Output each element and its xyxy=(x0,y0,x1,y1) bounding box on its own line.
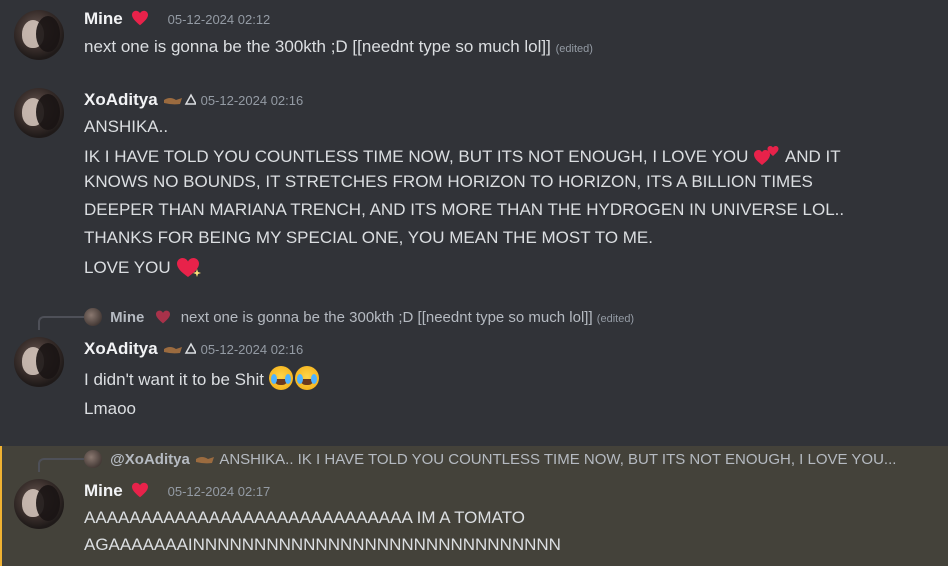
message-line: I didn't want it to be Shit xyxy=(84,366,319,390)
message-line: Lmaoo xyxy=(84,399,136,419)
message-line: AAAAAAAAAAAAAAAAAAAAAAAAAAAAA IM A TOMAT… xyxy=(84,508,525,528)
message-header: XoAditya 05-12-2024 02:16 xyxy=(84,339,303,359)
message-text: LOVE YOU xyxy=(84,258,171,277)
user-badge-icon xyxy=(194,451,216,465)
avatar[interactable] xyxy=(14,479,64,529)
message-line: DEEPER THAN MARIANA TRENCH, AND ITS MORE… xyxy=(84,200,844,220)
message-line: LOVE YOU xyxy=(84,255,203,279)
edited-label: (edited) xyxy=(555,43,593,55)
avatar[interactable] xyxy=(14,10,64,60)
message-text: IK I HAVE TOLD YOU COUNTLESS TIME NOW, B… xyxy=(84,147,749,166)
author-name[interactable]: Mine xyxy=(84,9,123,28)
reply-preview[interactable]: Mine next one is gonna be the 300kth ;D … xyxy=(84,308,634,326)
message-line: KNOWS NO BOUNDS, IT STRETCHES FROM HORIZ… xyxy=(84,172,813,192)
reply-author: @XoAditya xyxy=(110,451,190,468)
reply-text: ANSHIKA.. IK I HAVE TOLD YOU COUNTLESS T… xyxy=(219,451,897,468)
message-text: KNOWS NO BOUNDS, IT STRETCHES FROM HORIZ… xyxy=(84,172,813,191)
message-text: AAAAAAAAAAAAAAAAAAAAAAAAAAAAA IM A TOMAT… xyxy=(84,508,525,527)
joy-emoji-icon xyxy=(268,366,293,390)
user-badge-icon xyxy=(162,341,198,355)
timestamp: 05-12-2024 02:16 xyxy=(200,93,304,108)
avatar[interactable] xyxy=(14,337,64,387)
heart-emoji-icon xyxy=(155,310,171,324)
message-line: AGAAAAAAAINNNNNNNNNNNNNNNNNNNNNNNNNNNNNN xyxy=(84,535,561,555)
timestamp: 05-12-2024 02:12 xyxy=(167,12,271,27)
message-text: AGAAAAAAAINNNNNNNNNNNNNNNNNNNNNNNNNNNNNN xyxy=(84,535,561,554)
author-name[interactable]: XoAditya xyxy=(84,90,158,109)
reply-avatar xyxy=(84,308,102,326)
reply-avatar xyxy=(84,450,102,468)
heart-emoji-icon xyxy=(131,482,149,498)
message-header: XoAditya 05-12-2024 02:16 xyxy=(84,90,303,110)
message-text: Lmaoo xyxy=(84,399,136,418)
reply-author: Mine xyxy=(110,309,145,326)
message-line: ANSHIKA.. xyxy=(84,117,168,137)
two-hearts-emoji-icon xyxy=(753,145,781,167)
message-text: I didn't want it to be Shit xyxy=(84,370,264,389)
reply-connector xyxy=(38,316,84,330)
message-line: IK I HAVE TOLD YOU COUNTLESS TIME NOW, B… xyxy=(84,145,841,167)
message-header: Mine 05-12-2024 02:12 xyxy=(84,9,270,29)
edited-label: (edited) xyxy=(596,313,635,325)
message-text: DEEPER THAN MARIANA TRENCH, AND ITS MORE… xyxy=(84,200,845,219)
message-header: Mine 05-12-2024 02:17 xyxy=(84,481,270,501)
joy-emoji-icon xyxy=(294,366,319,390)
message-text: AND IT xyxy=(784,147,841,166)
avatar[interactable] xyxy=(14,88,64,138)
user-badge-icon xyxy=(162,92,198,106)
reply-preview[interactable]: @XoAditya ANSHIKA.. IK I HAVE TOLD YOU C… xyxy=(84,450,896,468)
message-text: next one is gonna be the 300kth ;D [[nee… xyxy=(84,37,551,56)
reply-text: next one is gonna be the 300kth ;D [[nee… xyxy=(180,309,593,326)
sparkling-heart-emoji-icon xyxy=(175,255,203,279)
message-text: ANSHIKA.. xyxy=(84,117,169,136)
author-name[interactable]: XoAditya xyxy=(84,339,158,358)
reply-connector xyxy=(38,458,84,472)
author-name[interactable]: Mine xyxy=(84,481,123,500)
timestamp: 05-12-2024 02:16 xyxy=(200,342,304,357)
heart-emoji-icon xyxy=(131,10,149,26)
message-line: THANKS FOR BEING MY SPECIAL ONE, YOU MEA… xyxy=(84,228,653,248)
timestamp: 05-12-2024 02:17 xyxy=(167,484,271,499)
message-line: next one is gonna be the 300kth ;D [[nee… xyxy=(84,37,593,57)
message-text: THANKS FOR BEING MY SPECIAL ONE, YOU MEA… xyxy=(84,228,653,247)
